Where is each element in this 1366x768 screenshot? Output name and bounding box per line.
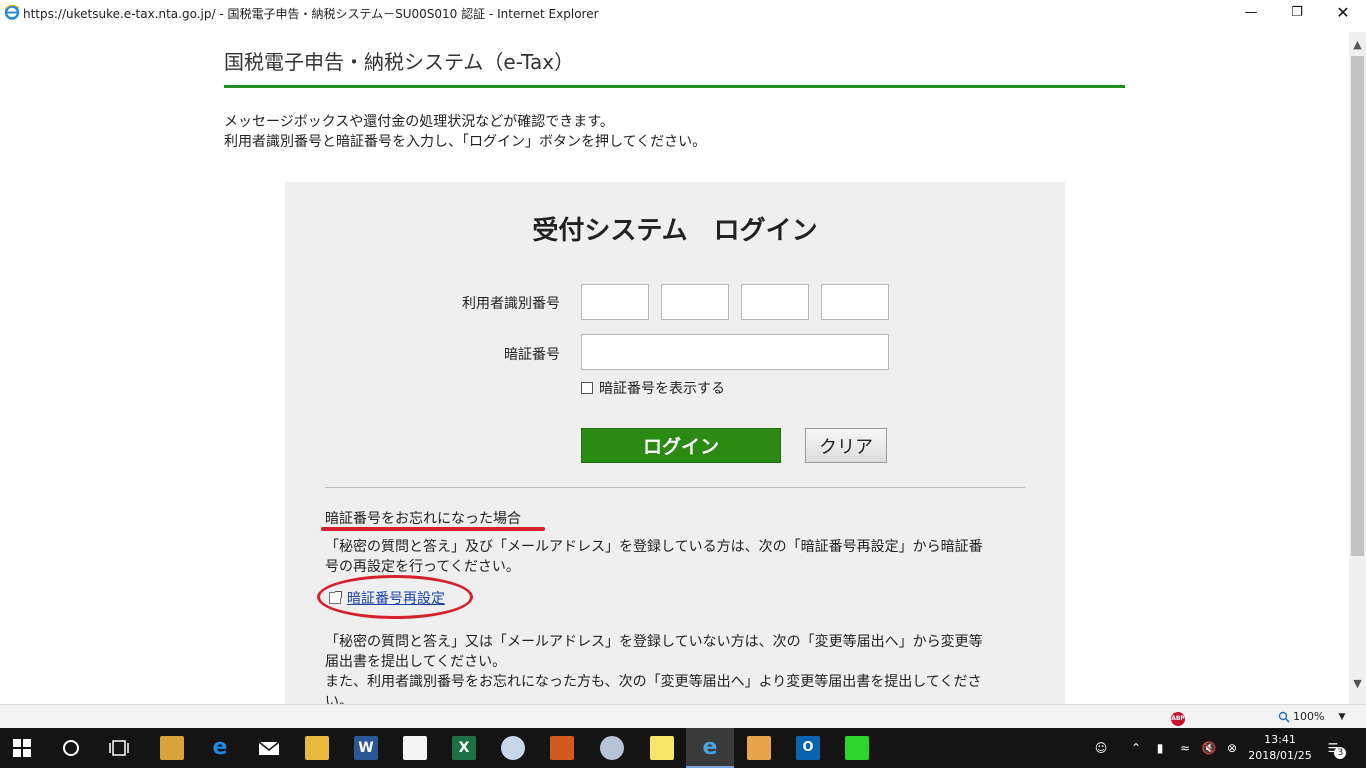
- close-button[interactable]: ✕: [1320, 0, 1366, 24]
- volume-muted-icon[interactable]: 🔇: [1198, 728, 1220, 768]
- paint-icon[interactable]: [501, 736, 525, 760]
- paint-3d-icon[interactable]: [600, 736, 624, 760]
- red-underline-annotation: [321, 527, 545, 531]
- restore-button[interactable]: ❐: [1274, 0, 1320, 24]
- site-title: 国税電子申告・納税システム（e-Tax）: [224, 50, 575, 74]
- file-folder-mail-icon[interactable]: [160, 736, 184, 760]
- chevron-up-icon[interactable]: ⌃: [1127, 728, 1145, 768]
- file-explorer-icon[interactable]: [305, 736, 329, 760]
- people-icon[interactable]: ☺: [1090, 728, 1112, 768]
- restore-icon: ❐: [1291, 4, 1303, 20]
- clear-button[interactable]: クリア: [805, 428, 887, 463]
- word-icon[interactable]: W: [354, 736, 378, 760]
- user-id-label: 利用者識別番号: [462, 296, 560, 312]
- forgot-paragraph-2-line-1: 「秘密の質問と答え」又は「メールアドレス」を登録していない方は、次の「変更等届出…: [325, 634, 983, 650]
- clock-time: 13:41: [1264, 733, 1296, 746]
- close-circle-icon[interactable]: ⊗: [1222, 728, 1242, 768]
- login-button[interactable]: ログイン: [581, 428, 781, 463]
- forgot-paragraph-1-line-1: 「秘密の質問と答え」及び「メールアドレス」を登録している方は、次の「暗証番号再設…: [325, 539, 983, 555]
- page-content: 国税電子申告・納税システム（e-Tax） メッセージボックスや還付金の処理状況な…: [0, 24, 1349, 704]
- store-icon[interactable]: [403, 736, 427, 760]
- taskbar: e W X e O ☺ ⌃ ▮ ≈ 🔇 ⊗ 13:41 2018/01/25 ☰…: [0, 728, 1366, 768]
- battery-icon[interactable]: ▮: [1150, 728, 1170, 768]
- user-id-field-4[interactable]: [821, 284, 889, 320]
- intro-line-1: メッセージボックスや還付金の処理状況などが確認できます。: [224, 114, 614, 130]
- password-field[interactable]: [581, 334, 889, 370]
- scrollbar-thumb[interactable]: [1351, 56, 1364, 556]
- forgot-paragraph-2-line-2: 届出書を提出してください。: [325, 654, 507, 670]
- user-id-field-2[interactable]: [661, 284, 729, 320]
- login-panel: 受付システム ログイン 利用者識別番号 暗証番号 暗証番号を表示する ログイン …: [285, 182, 1065, 704]
- forgot-paragraph-2: 「秘密の質問と答え」又は「メールアドレス」を登録していない方は、次の「変更等届出…: [325, 632, 1035, 704]
- outlook-icon[interactable]: O: [796, 736, 820, 760]
- zoom-icon: [1278, 711, 1290, 723]
- scroll-down-icon[interactable]: ▼: [1349, 675, 1366, 692]
- adblock-plus-icon[interactable]: ABP: [1171, 712, 1185, 726]
- app-icon[interactable]: [747, 736, 771, 760]
- mail-icon[interactable]: [257, 736, 281, 760]
- toolbox-icon[interactable]: [550, 736, 574, 760]
- internet-explorer-icon: [4, 4, 20, 20]
- intro-text: メッセージボックスや還付金の処理状況などが確認できます。 利用者識別番号と暗証番…: [224, 112, 706, 152]
- status-bar: ABP 100% ▼: [0, 704, 1366, 728]
- chevron-down-icon: ▼: [1338, 711, 1346, 722]
- zoom-level: 100%: [1293, 710, 1325, 723]
- windows-start-icon[interactable]: [12, 738, 32, 758]
- show-password-checkbox[interactable]: [581, 382, 593, 394]
- minimize-button[interactable]: —: [1228, 0, 1274, 24]
- forgot-paragraph-1: 「秘密の質問と答え」及び「メールアドレス」を登録している方は、次の「暗証番号再設…: [325, 537, 1035, 577]
- excel-icon[interactable]: X: [452, 736, 476, 760]
- taskbar-clock[interactable]: 13:41 2018/01/25: [1248, 732, 1312, 764]
- intro-line-2: 利用者識別番号と暗証番号を入力し、「ログイン」ボタンを押してください。: [224, 134, 707, 150]
- red-circle-annotation: [317, 575, 473, 619]
- vertical-scrollbar[interactable]: ▲ ▼: [1349, 32, 1366, 704]
- zoom-control[interactable]: 100% ▼: [1278, 710, 1345, 723]
- window-title: https://uketsuke.e-tax.nta.go.jp/ - 国税電子…: [23, 7, 599, 21]
- clock-date: 2018/01/25: [1248, 749, 1312, 762]
- internet-explorer-taskbar-icon[interactable]: e: [698, 736, 722, 760]
- notification-count: 3: [1334, 747, 1347, 759]
- login-title: 受付システム ログイン: [532, 216, 818, 246]
- minimize-icon: —: [1244, 4, 1258, 20]
- password-label: 暗証番号: [504, 347, 560, 363]
- show-password-label: 暗証番号を表示する: [599, 381, 725, 397]
- forgot-paragraph-1-line-2: 号の再設定を行ってください。: [325, 559, 520, 575]
- action-center-button[interactable]: ☰ 3: [1322, 728, 1352, 768]
- scroll-up-icon[interactable]: ▲: [1349, 36, 1366, 53]
- window-title-bar: https://uketsuke.e-tax.nta.go.jp/ - 国税電子…: [0, 0, 1366, 24]
- green-app-icon[interactable]: [845, 736, 869, 760]
- cortana-search-icon[interactable]: [61, 738, 81, 758]
- user-id-field-1[interactable]: [581, 284, 649, 320]
- show-password-row[interactable]: 暗証番号を表示する: [581, 378, 725, 398]
- panel-divider: [325, 487, 1025, 488]
- edge-browser-icon[interactable]: e: [208, 736, 232, 760]
- forgot-paragraph-3-line-1: また、利用者識別番号をお忘れになった方も、次の「変更等届出へ」より変更等届出書を…: [325, 674, 982, 690]
- close-icon: ✕: [1336, 2, 1350, 22]
- sticky-notes-icon[interactable]: [650, 736, 674, 760]
- forgot-password-heading: 暗証番号をお忘れになった場合: [325, 511, 521, 527]
- task-view-icon[interactable]: [108, 738, 130, 758]
- forgot-paragraph-3-line-2: い。: [325, 694, 353, 704]
- wifi-icon[interactable]: ≈: [1174, 728, 1196, 768]
- user-id-field-3[interactable]: [741, 284, 809, 320]
- title-divider: [224, 85, 1125, 88]
